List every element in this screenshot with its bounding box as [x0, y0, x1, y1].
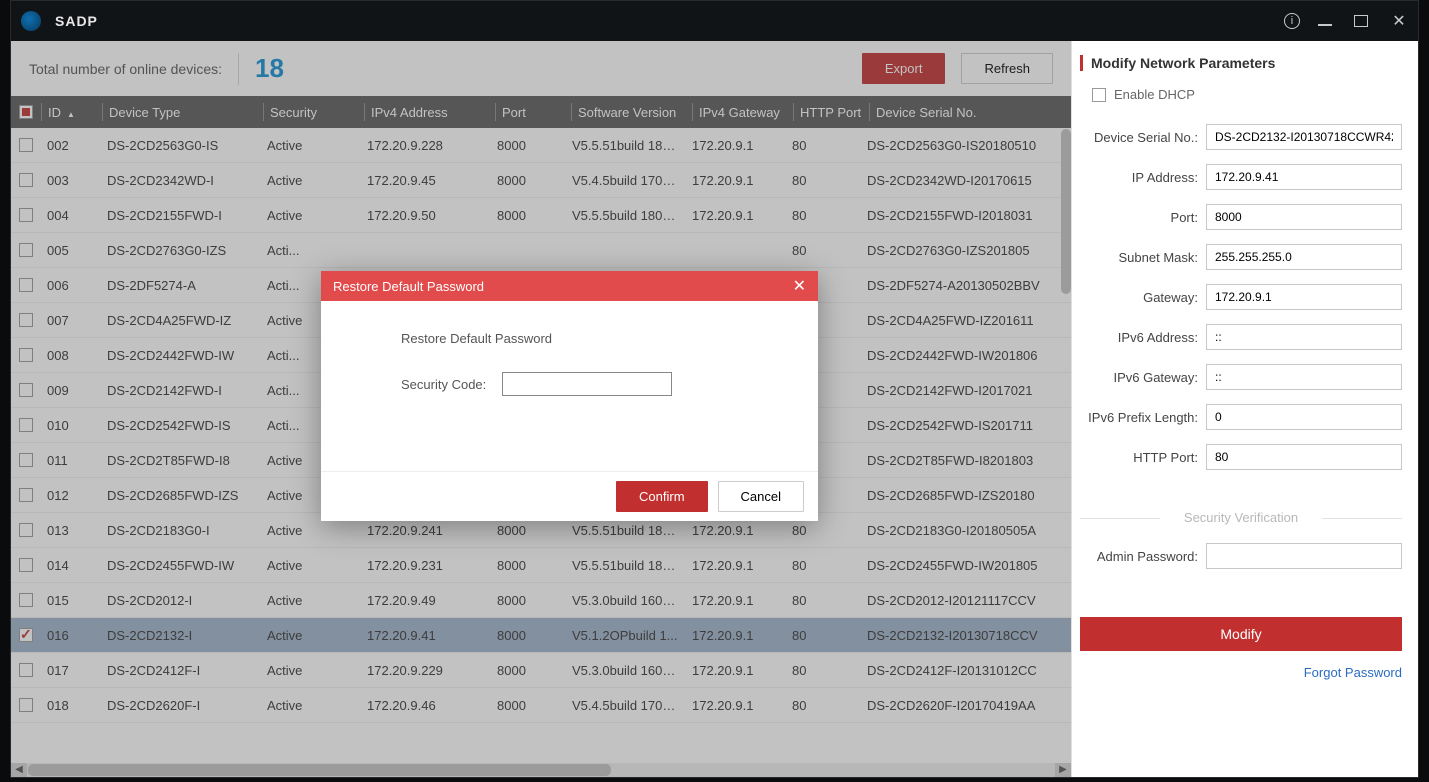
v6addr-field[interactable]: [1206, 324, 1402, 350]
security-code-input[interactable]: [502, 372, 672, 396]
mask-field[interactable]: [1206, 244, 1402, 270]
maximize-button[interactable]: [1354, 15, 1372, 27]
forgot-password-link[interactable]: Forgot Password: [1080, 665, 1402, 680]
gw-label: Gateway:: [1080, 290, 1198, 305]
panel-title: Modify Network Parameters: [1080, 55, 1402, 71]
v6gw-field[interactable]: [1206, 364, 1402, 390]
modal-text: Restore Default Password: [401, 331, 778, 346]
v6len-label: IPv6 Prefix Length:: [1080, 410, 1198, 425]
enable-dhcp-label: Enable DHCP: [1114, 87, 1195, 102]
modal-close-button[interactable]: ✕: [793, 276, 806, 296]
info-icon[interactable]: i: [1284, 13, 1300, 29]
enable-dhcp-checkbox[interactable]: [1092, 88, 1106, 102]
gw-field[interactable]: [1206, 284, 1402, 310]
left-pane: Total number of online devices: 18 Expor…: [11, 41, 1071, 777]
security-code-label: Security Code:: [401, 377, 486, 392]
sn-label: Device Serial No.:: [1080, 130, 1198, 145]
minimize-button[interactable]: [1318, 16, 1336, 26]
v6len-field[interactable]: [1206, 404, 1402, 430]
sn-field[interactable]: [1206, 124, 1402, 150]
port-field[interactable]: [1206, 204, 1402, 230]
v6gw-label: IPv6 Gateway:: [1080, 370, 1198, 385]
security-verification-label: Security Verification: [1080, 510, 1402, 525]
port-label: Port:: [1080, 210, 1198, 225]
admin-pw-field[interactable]: [1206, 543, 1402, 569]
modify-button[interactable]: Modify: [1080, 617, 1402, 651]
http-field[interactable]: [1206, 444, 1402, 470]
v6addr-label: IPv6 Address:: [1080, 330, 1198, 345]
restore-password-modal: Restore Default Password ✕ Restore Defau…: [321, 271, 818, 521]
close-button[interactable]: ✕: [1390, 11, 1408, 31]
cancel-button[interactable]: Cancel: [718, 481, 804, 512]
mask-label: Subnet Mask:: [1080, 250, 1198, 265]
admin-pw-label: Admin Password:: [1080, 549, 1198, 564]
main-body: Total number of online devices: 18 Expor…: [11, 41, 1418, 777]
app-logo-icon: [21, 11, 41, 31]
app-window: SADP i ✕ Total number of online devices:…: [10, 0, 1419, 778]
ip-label: IP Address:: [1080, 170, 1198, 185]
modify-network-panel: Modify Network Parameters Enable DHCP De…: [1071, 41, 1418, 777]
http-label: HTTP Port:: [1080, 450, 1198, 465]
confirm-button[interactable]: Confirm: [616, 481, 708, 512]
ip-field[interactable]: [1206, 164, 1402, 190]
titlebar: SADP i ✕: [11, 1, 1418, 41]
modal-title: Restore Default Password: [333, 279, 484, 294]
app-name: SADP: [55, 13, 98, 29]
modal-titlebar: Restore Default Password ✕: [321, 271, 818, 301]
